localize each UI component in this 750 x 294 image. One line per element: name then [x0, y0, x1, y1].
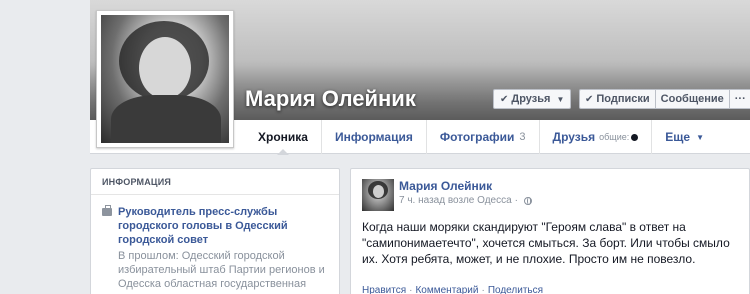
post-author-avatar[interactable]	[362, 179, 394, 211]
avatar-image	[101, 15, 229, 143]
message-button-label: Сообщение	[660, 93, 724, 105]
tab-label: Фотографии	[439, 130, 515, 144]
chevron-down-icon: ▼	[696, 132, 704, 142]
friends-button-label: Друзья	[511, 93, 551, 105]
subscriptions-button[interactable]: ✔ Подписки	[580, 90, 656, 108]
timeline-post: Мария Олейник 7 ч. назад возле Одесса · …	[350, 168, 750, 294]
post-author-link[interactable]: Мария Олейник	[399, 179, 492, 193]
work-title-link[interactable]: Руководитель пресс-службы городского гол…	[118, 205, 332, 247]
message-button[interactable]: Сообщение	[656, 90, 730, 108]
tab-timeline[interactable]: Хроника	[245, 120, 322, 155]
comment-link[interactable]: Комментарий	[415, 285, 478, 294]
work-history: В прошлом: Одесский городской избиратель…	[118, 250, 325, 294]
like-link[interactable]: Нравится	[362, 285, 406, 294]
tab-label: Хроника	[258, 130, 308, 144]
mutual-friends-label: общие:	[599, 132, 630, 142]
work-item: Руководитель пресс-службы городского гол…	[102, 205, 332, 294]
chevron-down-icon: ▼	[556, 94, 565, 104]
photos-count: 3	[519, 131, 526, 143]
mutual-dot-icon	[631, 133, 639, 141]
more-options-label: ···	[734, 93, 746, 105]
tab-label: Информация	[334, 130, 413, 144]
globe-icon[interactable]	[524, 196, 532, 205]
info-heading: ИНФОРМАЦИЯ	[91, 169, 339, 195]
post-meta: 7 ч. назад возле Одесса ·	[399, 195, 532, 206]
info-panel: ИНФОРМАЦИЯ Руководитель пресс-службы гор…	[90, 168, 340, 294]
tab-about[interactable]: Информация	[322, 120, 427, 154]
profile-name[interactable]: Мария Олейник	[245, 86, 416, 112]
check-icon: ✔	[585, 93, 594, 105]
post-text: Когда наши моряки скандируют "Героям сла…	[362, 220, 730, 266]
subscriptions-button-label: Подписки	[596, 93, 650, 105]
post-actions: Нравится · Комментарий · Поделиться	[362, 285, 544, 294]
tab-photos[interactable]: Фотографии 3	[427, 120, 540, 154]
profile-actions-group: ✔ Подписки Сообщение ···	[579, 89, 750, 109]
tab-label: Друзья	[552, 130, 596, 144]
tab-label: Еще	[665, 130, 691, 144]
more-options-button[interactable]: ···	[730, 90, 750, 108]
tab-more[interactable]: Еще ▼	[652, 120, 717, 154]
share-link[interactable]: Поделиться	[488, 285, 543, 294]
profile-picture[interactable]	[96, 10, 234, 148]
tab-friends[interactable]: Друзья общие:	[540, 120, 653, 154]
post-timestamp[interactable]: 7 ч. назад возле Одесса	[399, 195, 512, 206]
check-icon: ✔	[500, 93, 509, 105]
briefcase-icon	[102, 205, 112, 216]
profile-tabs: Хроника Информация Фотографии 3 Друзья о…	[245, 120, 717, 155]
friends-button[interactable]: ✔ Друзья ▼	[493, 89, 572, 109]
